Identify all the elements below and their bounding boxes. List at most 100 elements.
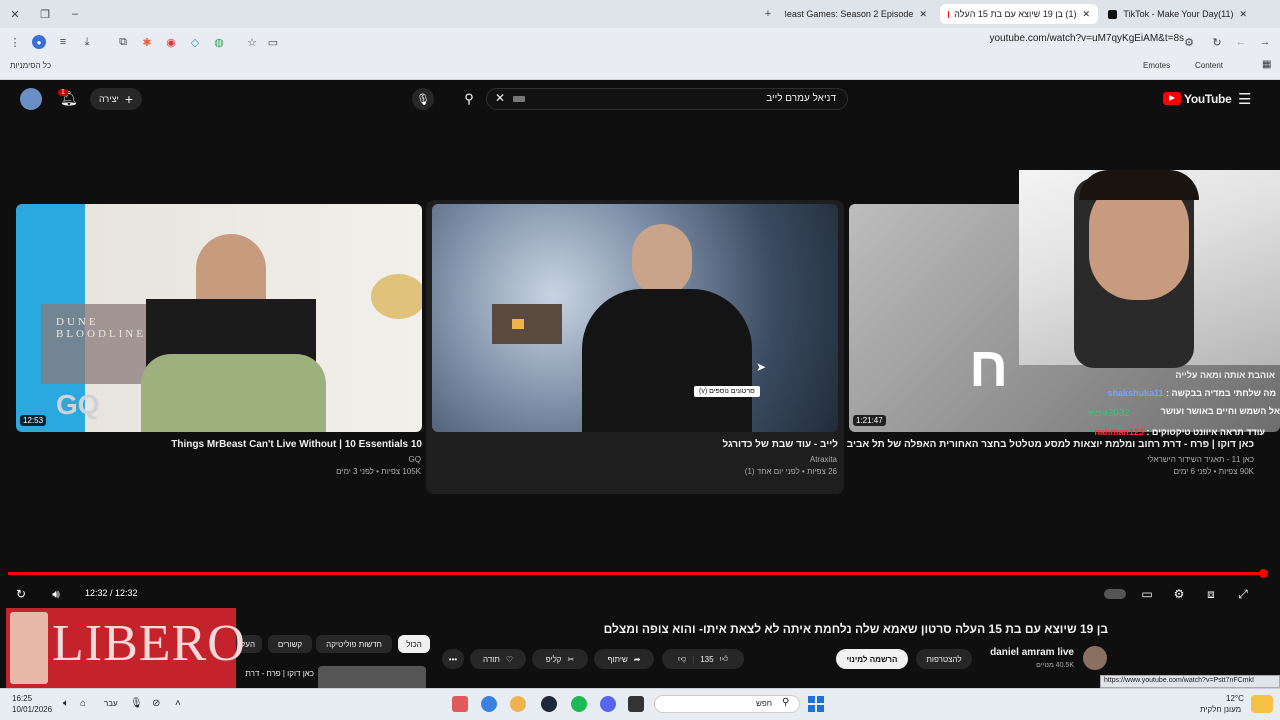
notification-count-badge: 1 (58, 89, 68, 96)
filter-chip-politics[interactable]: חדשות פוליטיקה (316, 635, 392, 653)
chrome-icon[interactable] (481, 696, 497, 712)
video-card-meta: 26 צפיות • לפני יום אחד (1) (744, 467, 837, 476)
bookmark-content[interactable]: Content (1195, 61, 1223, 70)
tab-current-video[interactable]: ✕ (1) בן 19 שיוצא עם בת 15 העלה (940, 4, 1098, 24)
language-indicator[interactable]: עבר (104, 699, 118, 708)
scissors-icon: ✂ (567, 654, 575, 664)
video-card-title[interactable]: כאן דוקו | פרח - דרת רחוב ומלמת יוצאות ל… (847, 439, 1254, 450)
menu-dots-icon[interactable]: ⋮ (8, 35, 22, 49)
tray-chevron-icon[interactable]: ˄ (175, 698, 181, 709)
plus-icon: + (124, 91, 133, 107)
like-count[interactable]: 135 (700, 655, 713, 664)
tab-close-icon[interactable]: ✕ (919, 9, 927, 20)
create-label: יצירה (98, 94, 119, 104)
extension-icon[interactable]: ◉ (164, 35, 178, 49)
video-card-title[interactable]: לייב - עוד שבת של כדורגל (722, 439, 838, 450)
app-icon[interactable] (510, 696, 526, 712)
spotify-icon[interactable] (571, 696, 587, 712)
fullscreen-icon[interactable]: ⤢ (1234, 585, 1252, 603)
download-icon[interactable]: ⤓ (80, 35, 94, 49)
ad-banner[interactable]: LIBERO (6, 608, 245, 688)
miniplayer-icon[interactable]: ⧈ (1202, 585, 1220, 603)
video-card-thumbnail[interactable]: DUNE BLOODLINES GQ 12:53 (16, 204, 422, 432)
progress-bar[interactable] (8, 572, 1266, 575)
share-button[interactable]: ➦ שיתוף (594, 649, 654, 669)
cast-icon[interactable]: ▭ (266, 35, 280, 49)
discord-icon[interactable] (600, 696, 616, 712)
tab-tiktok[interactable]: ✕ (11)TikTok - Make Your Day (1100, 4, 1255, 24)
back-icon[interactable]: → (1258, 35, 1272, 49)
progress-scrubber-handle[interactable] (1259, 569, 1268, 578)
thanks-button[interactable]: ♡ תודה (470, 649, 526, 669)
related-video-title[interactable]: כאן דוקו | פרח - דרת (236, 669, 314, 678)
steam-icon[interactable] (541, 696, 557, 712)
network-icon[interactable]: ⌂ (80, 698, 86, 709)
channel-avatar[interactable] (1083, 646, 1107, 670)
extension-icon[interactable]: ◇ (188, 35, 202, 49)
autoplay-toggle[interactable] (1104, 589, 1126, 599)
more-actions-icon[interactable]: ••• (442, 649, 464, 669)
bookmark-emotes[interactable]: Emotes (1143, 61, 1170, 70)
related-video-thumbnail[interactable] (318, 666, 426, 688)
account-avatar[interactable] (20, 88, 42, 110)
weather-desc[interactable]: מעונן חלקית (1200, 705, 1241, 714)
puzzle-icon[interactable]: ⧉ (116, 35, 130, 49)
muted-icon[interactable]: ⊘ (152, 698, 160, 709)
windows-start-icon[interactable] (808, 696, 824, 712)
captions-icon[interactable]: ▭ (1138, 585, 1156, 603)
clear-search-icon[interactable]: ✕ (495, 91, 505, 105)
clock-time[interactable]: 16:25 (12, 694, 32, 703)
apps-grid-icon[interactable]: ▦ (1262, 59, 1271, 70)
restore-window-icon[interactable]: ❐ (38, 7, 52, 21)
close-window-icon[interactable]: ✕ (8, 7, 22, 21)
volume-icon[interactable]: 🔊︎ (47, 585, 65, 603)
chat-header: אוהבת אותה ומאה עלייה (1175, 370, 1275, 380)
search-icon[interactable]: ⚲ (457, 88, 481, 110)
join-button[interactable]: להצטרפות (916, 649, 972, 669)
reload-icon[interactable]: ↻ (1210, 35, 1224, 49)
new-tab-icon[interactable]: + (761, 7, 775, 21)
video-card-title[interactable]: Things MrBeast Can't Live Without | 10 E… (171, 439, 422, 450)
microphone-icon[interactable]: 🎙︎ (130, 698, 143, 709)
minimize-window-icon[interactable]: – (68, 7, 82, 21)
filter-chip-all[interactable]: הכול (398, 635, 430, 653)
speaker-icon[interactable]: 🔈︎ (63, 698, 69, 709)
channel-name[interactable]: daniel amram live (960, 647, 1074, 658)
voice-search-microphone-icon[interactable]: 🎙︎ (412, 88, 434, 110)
tab-label: (1) בן 19 שיוצא עם בת 15 העלה (954, 9, 1077, 19)
extension-icon[interactable]: ✱ (140, 35, 154, 49)
video-card-channel[interactable]: Atraxita (810, 455, 837, 464)
all-bookmarks-link[interactable]: כל הסימניות (10, 61, 51, 70)
tab-close-icon[interactable]: ✕ (1082, 9, 1090, 20)
webcam-overlay (1019, 170, 1280, 368)
weather-temp[interactable]: 12°C (1226, 694, 1244, 703)
video-card-channel[interactable]: GQ (409, 455, 421, 464)
search-input[interactable]: דניאל עמרם לייב (600, 93, 836, 104)
forward-icon[interactable]: ← (1234, 35, 1248, 49)
site-settings-icon[interactable]: ⚙ (1182, 35, 1196, 49)
keyboard-icon[interactable] (513, 96, 525, 102)
dislike-icon[interactable]: 👎︎ (678, 654, 686, 664)
bookmark-star-icon[interactable]: ☆ (245, 35, 259, 49)
video-card-thumbnail[interactable]: סרטונים נוספים (v) ➤ (432, 204, 838, 432)
extensions-menu-icon[interactable]: ≡ (56, 35, 70, 49)
clock-date[interactable]: 10/01/2026 (12, 705, 52, 714)
like-icon[interactable]: 👍︎ (720, 654, 728, 664)
taskbar-search-box[interactable] (654, 695, 800, 713)
hamburger-menu-icon[interactable]: ☰ (1238, 90, 1251, 108)
app-icon[interactable] (452, 696, 468, 712)
tab-beast-games[interactable]: ✕ Beast Games: Season 2 Episode (785, 4, 935, 24)
address-bar[interactable]: youtube.com/watch?v=uM7qyKgEiAM&t=8s (989, 33, 1184, 44)
filter-chip-related[interactable]: קשורים (268, 635, 312, 653)
app-icon[interactable] (628, 696, 644, 712)
replay-icon[interactable]: ↻ (12, 585, 30, 603)
clip-button[interactable]: ✂ קליפ (532, 649, 588, 669)
subscribe-button[interactable]: הרשמה למינוי (836, 649, 908, 669)
weather-icon[interactable] (1251, 695, 1273, 713)
settings-gear-icon[interactable]: ⚙ (1170, 585, 1188, 603)
profile-icon[interactable]: ● (32, 35, 46, 49)
extension-icon[interactable]: ◍ (212, 35, 226, 49)
create-button[interactable]: יצירה + (90, 88, 142, 110)
video-card-channel[interactable]: כאן 11 - תאגיד השידור הישראלי (1147, 455, 1254, 464)
tab-close-icon[interactable]: ✕ (1239, 9, 1247, 20)
